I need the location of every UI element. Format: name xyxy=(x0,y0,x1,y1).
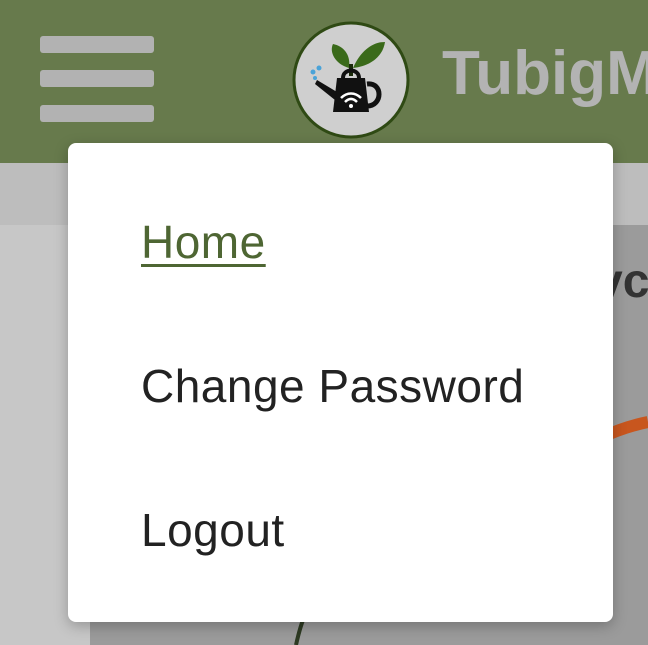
app-title: TubigM xyxy=(442,39,648,108)
menu-item-home[interactable]: Home xyxy=(141,219,266,265)
app-logo-icon[interactable] xyxy=(291,20,411,140)
hamburger-bar xyxy=(40,105,154,122)
top-app-bar: TubigM xyxy=(0,0,648,163)
menu-item-logout[interactable]: Logout xyxy=(141,507,285,553)
nav-dropdown-menu: Home Change Password Logout xyxy=(68,143,613,622)
hamburger-bar xyxy=(40,70,154,87)
hamburger-menu-icon[interactable] xyxy=(40,36,154,122)
hamburger-bar xyxy=(40,36,154,53)
menu-item-change-password[interactable]: Change Password xyxy=(141,363,524,409)
